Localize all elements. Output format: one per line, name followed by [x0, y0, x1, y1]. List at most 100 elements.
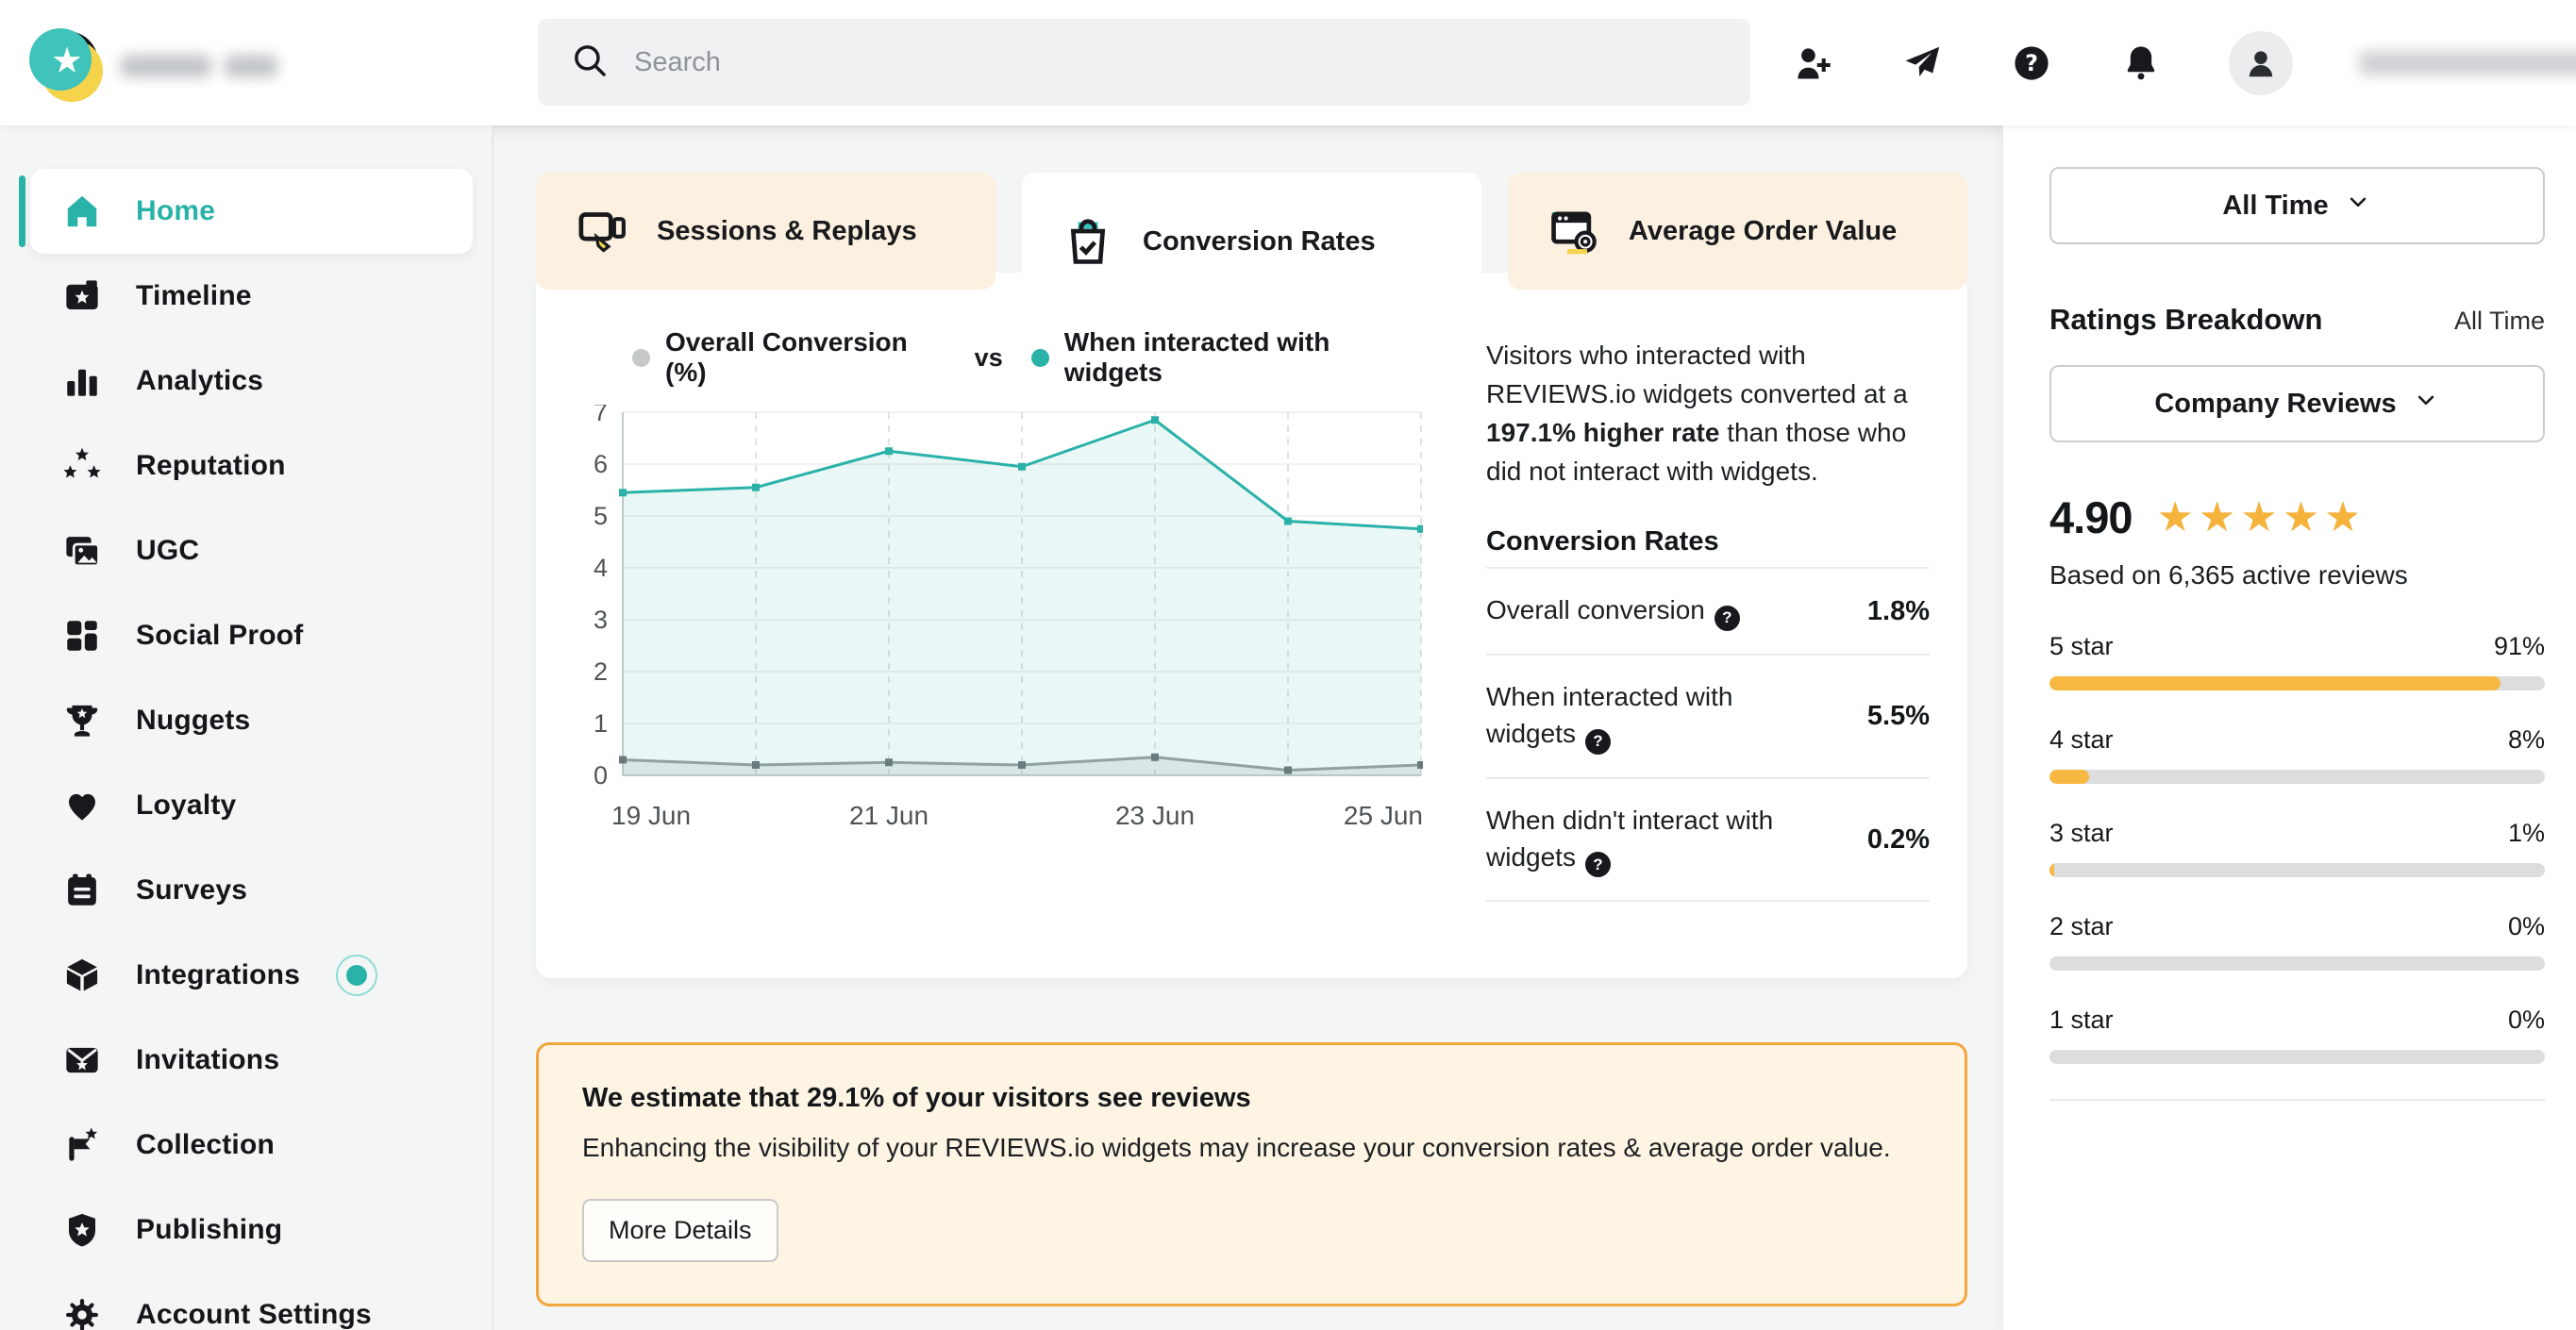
ratings-breakdown-title: Ratings Breakdown: [2049, 303, 2322, 337]
banner-title: We estimate that 29.1% of your visitors …: [582, 1083, 1921, 1114]
help-icon[interactable]: [1585, 729, 1611, 755]
chevron-down-icon: [2412, 386, 2440, 422]
rating-bar: [2049, 1050, 2545, 1064]
sessions-icon: [576, 205, 628, 258]
conversion-rates-panel: Overall Conversion (%)vsWhen interacted …: [536, 273, 1967, 978]
send-icon[interactable]: [1900, 42, 1944, 85]
loyalty-icon: [62, 786, 102, 825]
svg-text:23 Jun: 23 Jun: [1115, 801, 1195, 830]
topbar: ★ ?: [0, 0, 2576, 125]
rating-row-5-star: 5 star91%: [2049, 632, 2545, 690]
sidebar-item-loyalty[interactable]: Loyalty: [30, 763, 473, 848]
svg-text:?: ?: [2025, 50, 2038, 76]
search-bar[interactable]: [538, 19, 1750, 106]
visibility-banner: We estimate that 29.1% of your visitors …: [536, 1042, 1967, 1306]
rating-bar: [2049, 770, 2545, 784]
sidebar-item-integrations[interactable]: Integrations: [30, 933, 473, 1018]
rating-bar: [2049, 863, 2545, 877]
more-details-button[interactable]: More Details: [582, 1199, 778, 1262]
sidebar-item-ugc[interactable]: UGC: [30, 508, 473, 593]
ratings-breakdown-period: All Time: [2454, 307, 2545, 336]
topbar-actions: ?: [1791, 0, 2576, 125]
tab-average-order-value[interactable]: Average Order Value: [1508, 173, 1967, 290]
conversion-icon: [1062, 215, 1114, 268]
help-icon[interactable]: ?: [2010, 42, 2053, 85]
conversion-row: Overall conversion1.8%: [1486, 567, 1930, 654]
rating-row-1-star: 1 star0%: [2049, 1006, 2545, 1064]
review-type-dropdown[interactable]: Company Reviews: [2049, 365, 2545, 442]
sidebar-item-social-proof[interactable]: Social Proof: [30, 593, 473, 678]
sidebar-item-surveys[interactable]: Surveys: [30, 848, 473, 933]
help-icon[interactable]: [1715, 606, 1740, 631]
integrations-icon: [62, 956, 102, 995]
surveys-icon: [62, 871, 102, 910]
search-icon: [570, 41, 610, 85]
banner-body: Enhancing the visibility of your REVIEWS…: [582, 1133, 1921, 1163]
svg-text:5: 5: [594, 502, 608, 530]
sidebar-item-account-settings[interactable]: Account Settings: [30, 1272, 473, 1330]
svg-text:19 Jun: 19 Jun: [611, 801, 691, 830]
legend-dot-icon: [1031, 349, 1049, 367]
sidebar-item-nuggets[interactable]: Nuggets: [30, 678, 473, 763]
sidebar-item-analytics[interactable]: Analytics: [30, 339, 473, 424]
time-filter-dropdown[interactable]: All Time: [2049, 167, 2545, 244]
user-email-redacted[interactable]: [2359, 51, 2576, 75]
analytics-icon: [62, 361, 102, 401]
ratings-breakdown-list: 5 star91%4 star8%3 star1%2 star0%1 star0…: [2049, 632, 2545, 1064]
divider: [2049, 1099, 2545, 1101]
sidebar-item-reputation[interactable]: Reputation: [30, 424, 473, 508]
svg-text:2: 2: [594, 657, 608, 686]
sidebar: HomeTimelineAnalyticsReputationUGCSocial…: [0, 125, 493, 1330]
conversion-row: When didn't interact with widgets0.2%: [1486, 777, 1930, 903]
ugc-icon: [62, 531, 102, 571]
star-icon: ★: [51, 43, 83, 79]
home-icon: [62, 191, 102, 231]
svg-text:25 Jun: 25 Jun: [1344, 801, 1423, 830]
social-proof-icon: [62, 616, 102, 656]
conversion-table: Overall conversion1.8%When interacted wi…: [1486, 567, 1930, 903]
new-badge: [336, 955, 377, 996]
sidebar-item-home[interactable]: Home: [30, 169, 473, 254]
svg-text:6: 6: [594, 450, 608, 478]
conversion-chart: Overall Conversion (%)vsWhen interacted …: [583, 327, 1423, 978]
sidebar-item-timeline[interactable]: Timeline: [30, 254, 473, 339]
svg-text:7: 7: [594, 405, 608, 426]
publishing-icon: [62, 1210, 102, 1250]
main-content: Sessions & ReplaysConversion RatesAverag…: [493, 125, 2003, 1330]
chevron-down-icon: [2344, 188, 2372, 224]
sidebar-item-invitations[interactable]: Invitations: [30, 1018, 473, 1103]
invite-user-icon[interactable]: [1791, 42, 1834, 85]
sidebar-item-publishing[interactable]: Publishing: [30, 1188, 473, 1272]
reviews-io-logo[interactable]: ★: [36, 31, 98, 93]
rating-row-2-star: 2 star0%: [2049, 912, 2545, 971]
svg-text:21 Jun: 21 Jun: [849, 801, 928, 830]
legend-dot-icon: [632, 349, 650, 367]
invitations-icon: [62, 1040, 102, 1080]
reputation-icon: [62, 446, 102, 486]
account-settings-icon: [62, 1295, 102, 1330]
svg-text:4: 4: [594, 554, 608, 582]
svg-text:3: 3: [594, 606, 608, 634]
chart-legend: Overall Conversion (%)vsWhen interacted …: [632, 327, 1423, 388]
tab-conversion-rates[interactable]: Conversion Rates: [1022, 173, 1481, 310]
company-name-redacted: [121, 55, 277, 77]
svg-text:0: 0: [594, 761, 608, 790]
aov-icon: [1547, 205, 1600, 258]
sidebar-item-collection[interactable]: Collection: [30, 1103, 473, 1188]
review-count-text: Based on 6,365 active reviews: [2049, 560, 2545, 590]
insight-heading: Conversion Rates: [1486, 522, 1930, 561]
rating-bar: [2049, 956, 2545, 971]
insight-text: Visitors who interacted with REVIEWS.io …: [1486, 337, 1930, 491]
star-rating-icons: ★★★★★★★★★★: [2156, 497, 2366, 539]
tab-sessions-replays[interactable]: Sessions & Replays: [536, 173, 995, 290]
review-type-value: Company Reviews: [2154, 389, 2396, 420]
help-icon[interactable]: [1585, 852, 1611, 877]
rating-row-4-star: 4 star8%: [2049, 725, 2545, 784]
notifications-bell-icon[interactable]: [2119, 42, 2163, 85]
nuggets-icon: [62, 701, 102, 740]
search-input[interactable]: [634, 47, 1718, 78]
line-chart: 0123456719 Jun21 Jun23 Jun25 Jun: [583, 405, 1423, 841]
time-filter-value: All Time: [2222, 191, 2328, 222]
conversion-row: When interacted with widgets5.5%: [1486, 654, 1930, 777]
user-avatar[interactable]: [2229, 31, 2293, 95]
